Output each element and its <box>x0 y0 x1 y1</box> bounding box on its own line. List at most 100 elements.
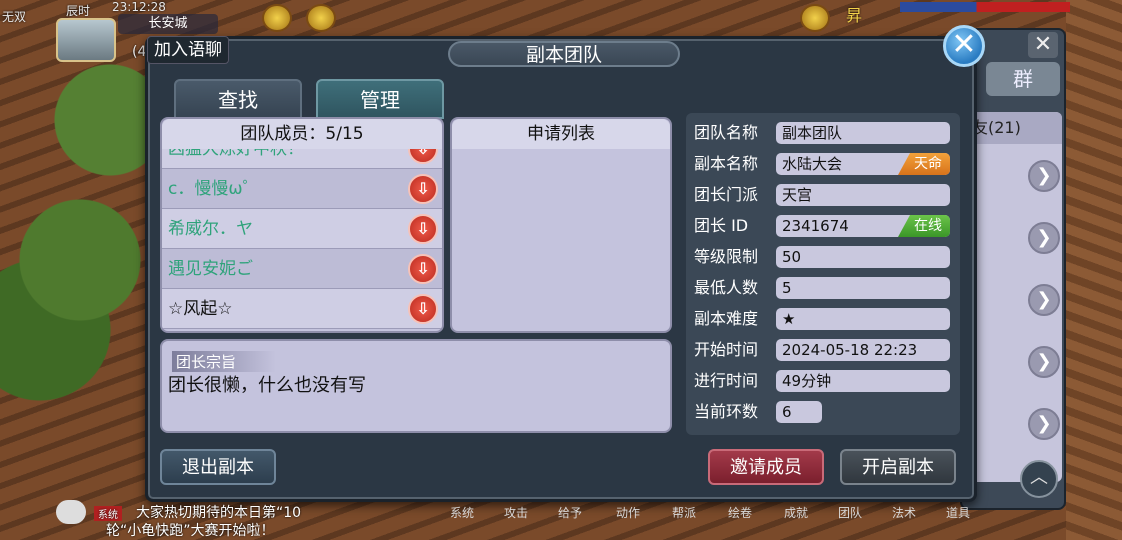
info-min-members: 最低人数 5 <box>686 274 960 302</box>
friend-arrow-icon[interactable]: ❯ <box>1028 222 1060 254</box>
info-label: 团长 ID <box>694 216 749 235</box>
menu-item-magic[interactable]: 法术 <box>892 504 916 521</box>
friends-list: 友(21) ❯ ❯ ❯ ❯ ❯ <box>968 112 1062 482</box>
difficulty-star-icon: ★ <box>776 308 950 330</box>
kick-member-icon[interactable]: ⇩ <box>408 174 438 204</box>
close-icon[interactable]: ✕ <box>943 25 985 67</box>
info-label: 当前环数 <box>694 402 759 421</box>
info-label: 最低人数 <box>694 278 759 297</box>
start-dungeon-button[interactable]: 开启副本 <box>840 449 956 485</box>
dungeon-team-dialog: 副本团队 ✕ 查找 管理 团队成员：5/15 凶猛大炼好中秋！ ⇩ c．慢慢ω゜… <box>145 25 985 502</box>
info-value: 天宫 <box>776 184 950 206</box>
system-tag: 系统 <box>94 506 122 521</box>
info-value: 2024-05-18 22:23 <box>776 339 950 361</box>
member-row[interactable]: c．慢慢ω゜ ⇩ <box>162 169 442 209</box>
scene-rooftop-right <box>1066 0 1122 540</box>
dialog-title: 副本团队 <box>525 44 602 66</box>
kick-member-icon[interactable]: ⇩ <box>408 294 438 324</box>
pet-icon[interactable] <box>800 4 830 32</box>
application-panel: 申请列表 <box>450 117 672 333</box>
member-panel: 团队成员：5/15 凶猛大炼好中秋！ ⇩ c．慢慢ω゜ ⇩ 希威尔．ヤ ⇩ 遇见… <box>160 117 444 333</box>
member-name: 希威尔．ヤ <box>168 219 253 239</box>
player-avatar[interactable] <box>56 18 116 62</box>
friend-arrow-icon[interactable]: ❯ <box>1028 346 1060 378</box>
menu-item-achievement[interactable]: 成就 <box>784 504 808 521</box>
member-row[interactable]: ☆风起☆ ⇩ <box>162 289 442 329</box>
info-start-time: 开始时间 2024-05-18 22:23 <box>686 336 960 364</box>
menu-item-items[interactable]: 道具 <box>946 504 970 521</box>
event-icon[interactable] <box>262 4 292 32</box>
kick-member-icon[interactable]: ⇩ <box>408 254 438 284</box>
info-difficulty: 副本难度 ★ <box>686 305 960 333</box>
info-dungeon-name: 副本名称 水陆大会 天命 <box>686 150 960 178</box>
info-label: 开始时间 <box>694 340 759 359</box>
chat-line: 大家热切期待的本日第“10 <box>136 505 302 521</box>
menu-item-attack[interactable]: 攻击 <box>504 504 528 521</box>
menu-item-scroll[interactable]: 绘卷 <box>728 504 752 521</box>
info-value: 2341674 <box>782 217 849 235</box>
collapse-up-icon[interactable]: ︿ <box>1020 460 1058 498</box>
application-header: 申请列表 <box>452 119 670 149</box>
hp-mp-bar <box>900 2 1070 12</box>
invite-member-button[interactable]: 邀请成员 <box>708 449 824 485</box>
menu-item-sect[interactable]: 帮派 <box>672 504 696 521</box>
member-list[interactable]: 凶猛大炼好中秋！ ⇩ c．慢慢ω゜ ⇩ 希威尔．ヤ ⇩ 遇见安妮ご ⇩ ☆风起☆… <box>162 129 442 329</box>
info-current-round: 当前环数 6 <box>686 398 960 426</box>
tab-find[interactable]: 查找 <box>174 79 302 119</box>
menu-item-action[interactable]: 动作 <box>616 504 640 521</box>
info-value: 50 <box>776 246 950 268</box>
info-label: 团队名称 <box>694 123 759 142</box>
info-label: 团长门派 <box>694 185 759 204</box>
friends-list-header: 友(21) <box>968 112 1062 144</box>
info-value: 副本团队 <box>776 122 950 144</box>
title-bar: 副本团队 <box>448 41 680 67</box>
member-name: c．慢慢ω゜ <box>168 179 260 199</box>
motto-text: 团长很懒，什么也没有写 <box>168 375 366 396</box>
menu-item-team[interactable]: 团队 <box>838 504 862 521</box>
time-value: 23:12:28 <box>112 0 166 14</box>
member-row[interactable]: 希威尔．ヤ ⇩ <box>162 209 442 249</box>
time-label: 辰时 <box>66 4 91 18</box>
activity-icon[interactable] <box>306 4 336 32</box>
info-leader-id: 团长 ID 2341674 在线 <box>686 212 960 240</box>
tab-manage[interactable]: 管理 <box>316 79 444 119</box>
exit-dungeon-button[interactable]: 退出副本 <box>160 449 276 485</box>
kick-member-icon[interactable]: ⇩ <box>408 214 438 244</box>
member-name: 遇见安妮ご <box>168 259 253 279</box>
menu-item-give[interactable]: 给予 <box>558 504 582 521</box>
friend-arrow-icon[interactable]: ❯ <box>1028 284 1060 316</box>
leader-motto-panel[interactable]: 团长宗旨 团长很懒，什么也没有写 <box>160 339 672 433</box>
team-info-panel: 团队名称 副本团队 副本名称 水陆大会 天命 团长门派 天宫 团长 ID 234… <box>686 113 960 435</box>
info-leader-sect: 团长门派 天宫 <box>686 181 960 209</box>
difficulty-tag: 天命 <box>898 153 950 175</box>
info-level-limit: 等级限制 50 <box>686 243 960 271</box>
menu-item-system[interactable]: 系统 <box>450 504 474 521</box>
chat-bubble-icon[interactable] <box>56 500 86 524</box>
motto-label: 团长宗旨 <box>172 351 277 372</box>
info-value: 5 <box>776 277 950 299</box>
info-value: 6 <box>776 401 822 423</box>
info-label: 等级限制 <box>694 247 759 266</box>
map-name[interactable]: 长安城 <box>118 14 218 34</box>
member-header: 团队成员：5/15 <box>162 119 442 149</box>
target-name: 昇 <box>846 6 863 25</box>
chat-ticker[interactable]: 系统 大家热切期待的本日第“10 轮“小龟快跑”大赛开始啦！ <box>56 500 416 540</box>
info-value-with-tag: 2341674 在线 <box>776 215 950 237</box>
friend-arrow-icon[interactable]: ❯ <box>1028 408 1060 440</box>
join-voice-chat-button[interactable]: 加入语聊 <box>147 36 229 64</box>
info-value-with-tag: 水陆大会 天命 <box>776 153 950 175</box>
friend-arrow-icon[interactable]: ❯ <box>1028 160 1060 192</box>
bottom-menu: 系统 攻击 给予 动作 帮派 绘卷 成就 团队 法术 道具 <box>440 504 980 524</box>
member-row[interactable]: 遇见安妮ご ⇩ <box>162 249 442 289</box>
member-name: ☆风起☆ <box>168 299 233 319</box>
info-elapsed-time: 进行时间 49分钟 <box>686 367 960 395</box>
tab-group[interactable]: 群 <box>986 62 1060 96</box>
info-team-name: 团队名称 副本团队 <box>686 119 960 147</box>
info-value: 49分钟 <box>776 370 950 392</box>
info-label: 副本名称 <box>694 154 759 173</box>
info-label: 副本难度 <box>694 309 759 328</box>
info-label: 进行时间 <box>694 371 759 390</box>
friends-panel-close-icon[interactable]: ✕ <box>1028 32 1058 58</box>
online-status-tag: 在线 <box>898 215 950 237</box>
chat-line: 轮“小龟快跑”大赛开始啦！ <box>106 523 275 539</box>
